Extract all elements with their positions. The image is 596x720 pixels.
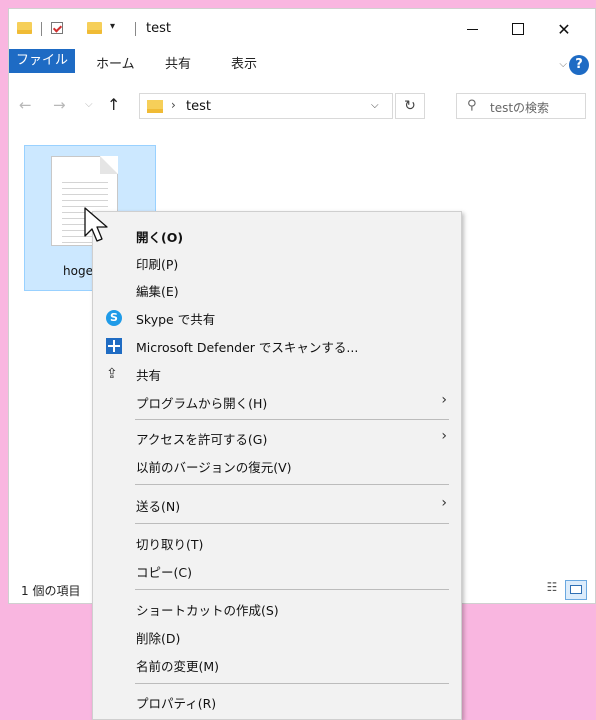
submenu-arrow-icon: › [441,392,447,408]
expand-ribbon-chevron-icon[interactable]: ⌵ [559,59,567,70]
menu-item-label: 開く(O) [136,230,184,245]
window-title: test [146,21,171,36]
menu-item-delete[interactable]: 削除(D) [93,623,461,649]
menu-item-label: プロパティ(R) [136,696,217,711]
forward-arrow-icon[interactable]: → [53,96,66,114]
menu-item-restore-versions[interactable]: 以前のバージョンの復元(V) [93,452,461,478]
menu-item-label: コピー(C) [136,565,192,580]
recent-locations-icon[interactable]: ⌵ [85,99,93,110]
up-arrow-icon[interactable]: ↑ [107,95,120,114]
large-icons-view-icon[interactable] [565,580,587,600]
tab-share[interactable]: 共有 [158,53,198,77]
menu-item-print[interactable]: 印刷(P) [93,249,461,275]
menu-item-send-to[interactable]: 送る(N) › [93,491,461,517]
menu-item-label: アクセスを許可する(G) [136,432,268,447]
menu-item-label: Microsoft Defender でスキャンする... [136,340,359,355]
menu-item-properties[interactable]: プロパティ(R) [93,688,461,714]
menu-item-create-shortcut[interactable]: ショートカットの作成(S) [93,595,461,621]
menu-item-skype-share[interactable]: S Skype で共有 [93,304,461,330]
refresh-button[interactable]: ↻ [395,93,425,119]
menu-separator [135,683,449,684]
address-dropdown-icon[interactable]: ⌵ [371,100,379,111]
back-arrow-icon[interactable]: ← [19,96,32,114]
menu-item-share[interactable]: ⇪ 共有 [93,360,461,386]
breadcrumb-chevron-icon[interactable]: › [171,98,176,112]
menu-item-rename[interactable]: 名前の変更(M) [93,651,461,677]
menu-item-label: ショートカットの作成(S) [136,603,279,618]
file-name-label: hoge [63,264,93,278]
menu-item-label: 名前の変更(M) [136,659,220,674]
address-bar[interactable]: › test ⌵ [139,93,393,119]
new-folder-icon[interactable] [87,22,102,34]
menu-item-label: 送る(N) [136,499,181,514]
menu-separator [135,589,449,590]
submenu-arrow-icon: › [441,428,447,444]
title-separator [135,22,136,36]
skype-icon: S [106,310,122,326]
navigation-bar: ← → ⌵ ↑ › test ⌵ ↻ ⚲ testの検索 [9,87,595,127]
menu-item-open[interactable]: 開く(O) [93,222,461,248]
menu-separator [135,419,449,420]
menu-item-copy[interactable]: コピー(C) [93,557,461,583]
menu-item-label: プログラムから開く(H) [136,396,268,411]
search-placeholder: testの検索 [490,101,550,115]
menu-item-label: 以前のバージョンの復元(V) [136,460,292,475]
menu-item-give-access[interactable]: アクセスを許可する(G) › [93,424,461,450]
menu-item-label: 印刷(P) [136,257,179,272]
menu-separator [135,484,449,485]
menu-separator [135,523,449,524]
help-icon[interactable]: ? [569,55,589,75]
search-icon: ⚲ [467,98,477,113]
search-input[interactable]: ⚲ testの検索 [456,93,586,119]
tab-view[interactable]: 表示 [224,53,264,77]
maximize-button[interactable] [495,9,541,49]
maximize-icon [512,23,524,35]
mouse-cursor-icon [84,207,108,242]
properties-check-icon[interactable] [51,22,63,34]
menu-item-open-with[interactable]: プログラムから開く(H) › [93,388,461,414]
qa-separator [41,22,42,36]
menu-item-label: 切り取り(T) [136,537,204,552]
title-bar: ▾ test ✕ [9,9,595,49]
close-button[interactable]: ✕ [541,9,587,49]
menu-item-label: 削除(D) [136,631,181,646]
menu-item-label: Skype で共有 [136,312,216,327]
customize-qa-dropdown-icon[interactable]: ▾ [110,21,115,32]
menu-item-defender-scan[interactable]: Microsoft Defender でスキャンする... [93,332,461,358]
minimize-button[interactable] [449,9,495,49]
menu-item-cut[interactable]: 切り取り(T) [93,529,461,555]
folder-icon [17,22,32,34]
menu-item-edit[interactable]: 編集(E) [93,276,461,302]
item-count: 1 個の項目 [21,584,81,598]
address-folder-icon [147,100,163,113]
submenu-arrow-icon: › [441,495,447,511]
menu-item-label: 共有 [136,368,162,383]
share-icon: ⇪ [106,366,118,382]
menu-item-label: 編集(E) [136,284,179,299]
defender-icon [106,338,122,354]
minimize-icon [466,28,478,30]
tab-file[interactable]: ファイル [9,49,76,73]
context-menu: 開く(O) 印刷(P) 編集(E) S Skype で共有 Microsoft … [92,211,462,720]
tab-home[interactable]: ホーム [89,53,142,77]
details-view-icon[interactable]: ☷ [543,580,561,598]
breadcrumb-test[interactable]: test [186,99,211,114]
